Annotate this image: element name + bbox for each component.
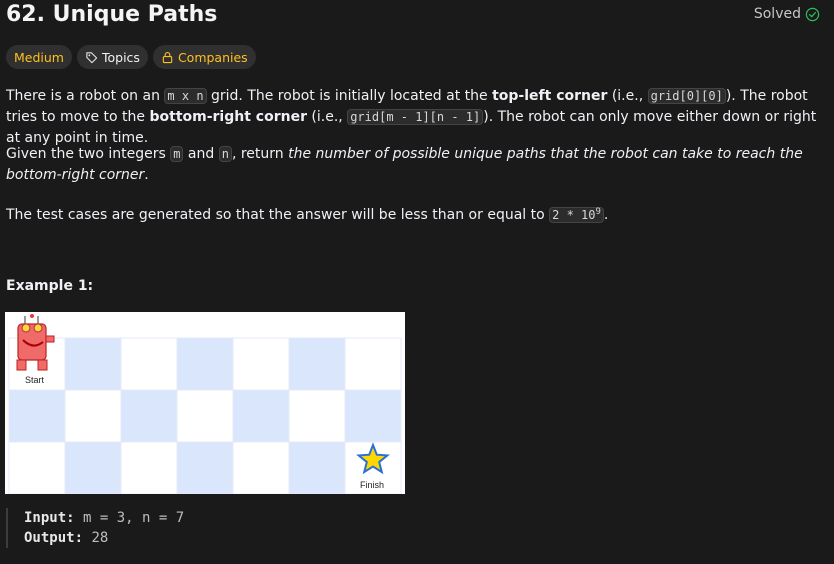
problem-title: 62. Unique Paths (6, 2, 218, 27)
grid-cell (288, 441, 346, 495)
grid-cell (232, 441, 290, 495)
solved-status: Solved (754, 6, 820, 22)
grid-cell (8, 389, 66, 443)
grid-cell (64, 389, 122, 443)
example-title: Example 1: (6, 278, 94, 294)
inline-code: 2 * 109 (549, 207, 604, 223)
grid-cell (8, 441, 66, 495)
topics-button[interactable]: Topics (76, 45, 148, 69)
grid-cell (64, 337, 122, 391)
grid-cell (120, 441, 178, 495)
grid-cell (288, 337, 346, 391)
difficulty-label: Medium (14, 49, 64, 65)
lock-icon (162, 51, 173, 63)
grid-cell (176, 337, 234, 391)
inline-code: m (170, 146, 184, 162)
grid-cell (176, 441, 234, 495)
tag-icon (86, 51, 98, 63)
solved-label: Solved (753, 6, 801, 22)
grid-cell (64, 441, 122, 495)
companies-button[interactable]: Companies (152, 45, 256, 69)
grid-cell (120, 337, 178, 391)
grid-cell (232, 337, 290, 391)
inline-code: n (218, 146, 232, 162)
example-input: Input: m = 3, n = 7 (24, 510, 185, 526)
grid-cell (120, 389, 178, 443)
example-output: Output: 28 (24, 530, 109, 546)
robot-grid-diagram: Start Finish (8, 314, 402, 495)
start-label: Start (25, 375, 45, 385)
description-paragraph-1: There is a robot on an m x n grid. The r… (6, 88, 817, 146)
description-paragraph-2: Given the two integers m and n, return t… (6, 146, 803, 183)
example-io: Input: m = 3, n = 7 Output: 28 (6, 508, 184, 548)
grid-cell (344, 337, 402, 391)
badge-row: Medium Topics Companies (6, 45, 256, 69)
difficulty-badge[interactable]: Medium (6, 45, 72, 69)
check-circle-icon (805, 7, 820, 21)
inline-code: m x n (164, 88, 207, 104)
grid-cell (232, 389, 290, 443)
grid-cell (176, 389, 234, 443)
finish-label: Finish (360, 480, 384, 490)
description-paragraph-3: The test cases are generated so that the… (6, 207, 609, 223)
topics-label: Topics (101, 49, 140, 65)
inline-code: grid[m - 1][n - 1] (347, 109, 484, 125)
companies-label: Companies (177, 49, 248, 65)
example-image: Start Finish (5, 312, 405, 495)
grid-cell (344, 389, 402, 443)
grid-cell (288, 389, 346, 443)
inline-code: grid[0][0] (647, 88, 726, 104)
